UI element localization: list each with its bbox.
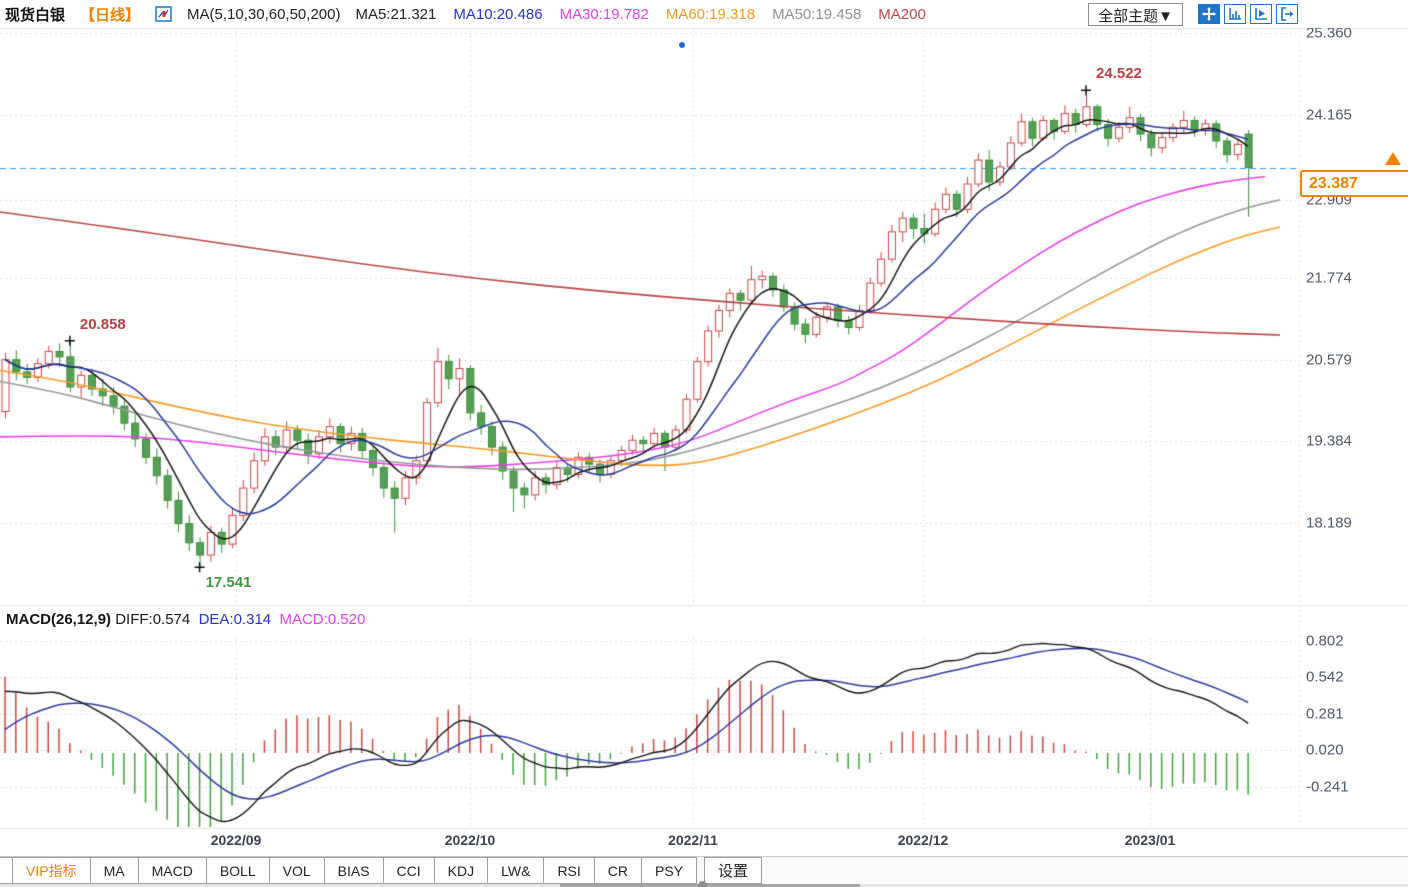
macd-dea-value: DEA:0.314	[199, 611, 272, 628]
macd-title: MACD(26,12,9)	[6, 611, 111, 628]
macd-macd-value: MACD:0.520	[279, 611, 365, 628]
tab-MACD[interactable]: MACD	[138, 857, 207, 884]
tab-CCI[interactable]: CCI	[383, 857, 435, 884]
macd-diff-value: DIFF:0.574	[115, 611, 190, 628]
price-extreme-annotation: 17.541	[206, 574, 252, 591]
macd-indicator-header: MACD(26,12,9) DIFF:0.574 DEA:0.314 MACD:…	[6, 611, 365, 628]
current-price-tag: 23.387	[1300, 170, 1408, 197]
axis-histogram-icon[interactable]	[1224, 4, 1246, 24]
tab-MA[interactable]: MA	[90, 857, 139, 884]
indicator-tabbar: 板 VIP指标MAMACDBOLLVOLBIASCCIKDJLW&RSICRPS…	[0, 856, 1408, 884]
kline-macd-chart-canvas[interactable]	[0, 0, 1408, 887]
trading-terminal: 现货白银 【日线】 MA(5,10,30,60,50,200) MA5:21.3…	[0, 0, 1408, 887]
ma-params-label: MA(5,10,30,60,50,200)	[187, 6, 340, 23]
date-axis-label: 2022/10	[445, 832, 496, 848]
ma-legend-item: MA200	[878, 6, 926, 23]
ma-legend-item: MA50:19.458	[772, 6, 861, 23]
price-axis-label: 20.579	[1306, 351, 1352, 368]
date-axis-label: 2023/01	[1125, 832, 1176, 848]
themes-dropdown[interactable]: 全部主题▼	[1088, 3, 1183, 26]
move-icon[interactable]	[1198, 4, 1220, 24]
price-axis-label: 24.165	[1306, 106, 1352, 123]
current-price-value: 23.387	[1309, 175, 1358, 192]
macd-axis-label: 0.281	[1306, 705, 1344, 722]
tab-设置[interactable]: 设置	[704, 857, 762, 884]
price-axis-label: 18.189	[1306, 515, 1352, 532]
tab-BIAS[interactable]: BIAS	[324, 857, 384, 884]
marker-dot	[679, 42, 685, 48]
tab-VOL[interactable]: VOL	[269, 857, 325, 884]
macd-axis-label: 0.802	[1306, 632, 1344, 649]
date-axis-label: 2022/11	[668, 832, 718, 848]
date-axis-label: 2022/12	[898, 832, 949, 848]
kline-icon	[155, 6, 172, 22]
ma-legend: MA5:21.321 MA10:20.486 MA30:19.782 MA60:19.…	[355, 6, 925, 23]
price-axis-label: 19.384	[1306, 433, 1352, 450]
axis-flag-icon[interactable]	[1250, 4, 1272, 24]
tab-KDJ[interactable]: KDJ	[434, 857, 488, 884]
price-axis-label: 21.774	[1306, 270, 1352, 287]
macd-axis-label: 0.020	[1306, 742, 1344, 759]
price-extreme-annotation: 20.858	[80, 316, 126, 333]
tab-LW&[interactable]: LW&	[487, 857, 544, 884]
tab-RSI[interactable]: RSI	[543, 857, 594, 884]
chart-header: 现货白银 【日线】 MA(5,10,30,60,50,200) MA5:21.3…	[0, 0, 1408, 28]
macd-axis-label: -0.241	[1306, 778, 1349, 795]
exit-arrow-icon[interactable]	[1276, 4, 1298, 24]
tab-BOLL[interactable]: BOLL	[206, 857, 270, 884]
tab-CR[interactable]: CR	[594, 857, 642, 884]
ma-legend-item: MA10:20.486	[453, 6, 542, 23]
price-extreme-annotation: 24.522	[1096, 65, 1142, 82]
ma-legend-item: MA30:19.782	[560, 6, 649, 23]
date-axis-label: 2022/09	[211, 832, 262, 848]
tab-VIP指标[interactable]: VIP指标	[12, 857, 91, 884]
tab-PSY[interactable]: PSY	[641, 857, 697, 884]
symbol-name: 现货白银	[5, 4, 65, 25]
ma-legend-item: MA60:19.318	[666, 6, 755, 23]
period-label[interactable]: 【日线】	[80, 4, 140, 25]
macd-axis-label: 0.542	[1306, 669, 1344, 686]
price-up-arrow-icon	[1385, 152, 1401, 165]
chart-toolbar	[1198, 4, 1298, 24]
scrollbar-knob[interactable]	[698, 881, 707, 887]
ma-legend-item: MA5:21.321	[355, 6, 436, 23]
